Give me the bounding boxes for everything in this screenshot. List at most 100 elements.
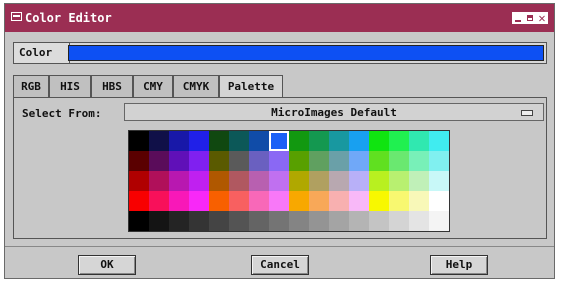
tab-rgb[interactable]: RGB	[13, 75, 49, 97]
palette-cell[interactable]	[209, 211, 229, 231]
palette-cell[interactable]	[269, 131, 289, 151]
palette-cell[interactable]	[249, 151, 269, 171]
palette-cell[interactable]	[149, 171, 169, 191]
palette-cell[interactable]	[329, 131, 349, 151]
palette-cell[interactable]	[329, 171, 349, 191]
palette-cell[interactable]	[369, 171, 389, 191]
button-bar: OK Cancel Help	[5, 246, 554, 280]
palette-cell[interactable]	[269, 151, 289, 171]
tab-hbs[interactable]: HBS	[91, 75, 133, 97]
ok-button[interactable]: OK	[78, 255, 136, 275]
tab-palette[interactable]: Palette	[219, 75, 283, 99]
palette-cell[interactable]	[369, 191, 389, 211]
palette-cell[interactable]	[269, 211, 289, 231]
palette-cell[interactable]	[229, 211, 249, 231]
palette-cell[interactable]	[309, 131, 329, 151]
palette-cell[interactable]	[309, 151, 329, 171]
palette-cell[interactable]	[389, 171, 409, 191]
palette-cell[interactable]	[409, 211, 429, 231]
palette-cell[interactable]	[429, 131, 449, 151]
palette-cell[interactable]	[269, 171, 289, 191]
palette-cell[interactable]	[169, 211, 189, 231]
palette-cell[interactable]	[149, 191, 169, 211]
palette-cell[interactable]	[369, 211, 389, 231]
palette-cell[interactable]	[309, 191, 329, 211]
tab-his[interactable]: HIS	[49, 75, 91, 97]
palette-cell[interactable]	[149, 211, 169, 231]
palette-cell[interactable]	[249, 131, 269, 151]
palette-cell[interactable]	[249, 191, 269, 211]
window-menu-icon[interactable]	[11, 12, 22, 21]
palette-cell[interactable]	[429, 191, 449, 211]
palette-cell[interactable]	[189, 211, 209, 231]
palette-cell[interactable]	[389, 151, 409, 171]
palette-cell[interactable]	[149, 131, 169, 151]
palette-cell[interactable]	[329, 151, 349, 171]
palette-cell[interactable]	[329, 191, 349, 211]
palette-cell[interactable]	[409, 151, 429, 171]
palette-cell[interactable]	[329, 211, 349, 231]
palette-cell[interactable]	[369, 131, 389, 151]
palette-cell[interactable]	[289, 171, 309, 191]
minimize-icon[interactable]	[512, 12, 524, 24]
close-icon[interactable]: ✕	[536, 12, 548, 24]
color-editor-window: Color Editor ✕ Color RGB HIS HBS CMY CMYK Pal…	[4, 3, 555, 279]
palette-cell[interactable]	[229, 191, 249, 211]
palette-cell[interactable]	[229, 151, 249, 171]
palette-cell[interactable]	[409, 191, 429, 211]
palette-cell[interactable]	[429, 211, 449, 231]
palette-cell[interactable]	[209, 151, 229, 171]
palette-select[interactable]: MicroImages Default	[124, 103, 544, 121]
color-label: Color	[14, 43, 70, 63]
palette-cell[interactable]	[149, 151, 169, 171]
palette-cell[interactable]	[289, 131, 309, 151]
palette-cell[interactable]	[389, 191, 409, 211]
cancel-button[interactable]: Cancel	[251, 255, 309, 275]
palette-cell[interactable]	[169, 131, 189, 151]
palette-cell[interactable]	[349, 131, 369, 151]
palette-cell[interactable]	[209, 131, 229, 151]
help-button[interactable]: Help	[430, 255, 488, 275]
palette-cell[interactable]	[129, 211, 149, 231]
palette-cell[interactable]	[129, 131, 149, 151]
palette-cell[interactable]	[249, 211, 269, 231]
palette-cell[interactable]	[209, 191, 229, 211]
palette-cell[interactable]	[389, 131, 409, 151]
palette-cell[interactable]	[189, 151, 209, 171]
current-color-swatch	[68, 45, 544, 61]
palette-cell[interactable]	[309, 211, 329, 231]
palette-select-value: MicroImages Default	[271, 106, 397, 119]
palette-cell[interactable]	[289, 191, 309, 211]
palette-cell[interactable]	[389, 211, 409, 231]
palette-cell[interactable]	[369, 151, 389, 171]
tab-cmy[interactable]: CMY	[133, 75, 173, 97]
palette-cell[interactable]	[289, 211, 309, 231]
palette-cell[interactable]	[309, 171, 329, 191]
palette-cell[interactable]	[269, 191, 289, 211]
palette-cell[interactable]	[409, 171, 429, 191]
palette-cell[interactable]	[189, 191, 209, 211]
palette-cell[interactable]	[349, 191, 369, 211]
palette-cell[interactable]	[349, 171, 369, 191]
maximize-icon[interactable]	[524, 12, 536, 24]
palette-cell[interactable]	[209, 171, 229, 191]
palette-cell[interactable]	[129, 171, 149, 191]
palette-cell[interactable]	[289, 151, 309, 171]
palette-cell[interactable]	[429, 171, 449, 191]
palette-cell[interactable]	[229, 131, 249, 151]
palette-cell[interactable]	[229, 171, 249, 191]
palette-cell[interactable]	[409, 131, 429, 151]
palette-cell[interactable]	[169, 151, 189, 171]
palette-cell[interactable]	[189, 131, 209, 151]
palette-cell[interactable]	[169, 191, 189, 211]
palette-cell[interactable]	[189, 171, 209, 191]
palette-cell[interactable]	[129, 191, 149, 211]
palette-cell[interactable]	[249, 171, 269, 191]
tab-cmyk[interactable]: CMYK	[173, 75, 219, 97]
palette-cell[interactable]	[349, 211, 369, 231]
palette-cell[interactable]	[129, 151, 149, 171]
palette-cell[interactable]	[429, 151, 449, 171]
palette-cell[interactable]	[169, 171, 189, 191]
palette-cell[interactable]	[349, 151, 369, 171]
title-bar[interactable]: Color Editor ✕	[5, 4, 554, 32]
